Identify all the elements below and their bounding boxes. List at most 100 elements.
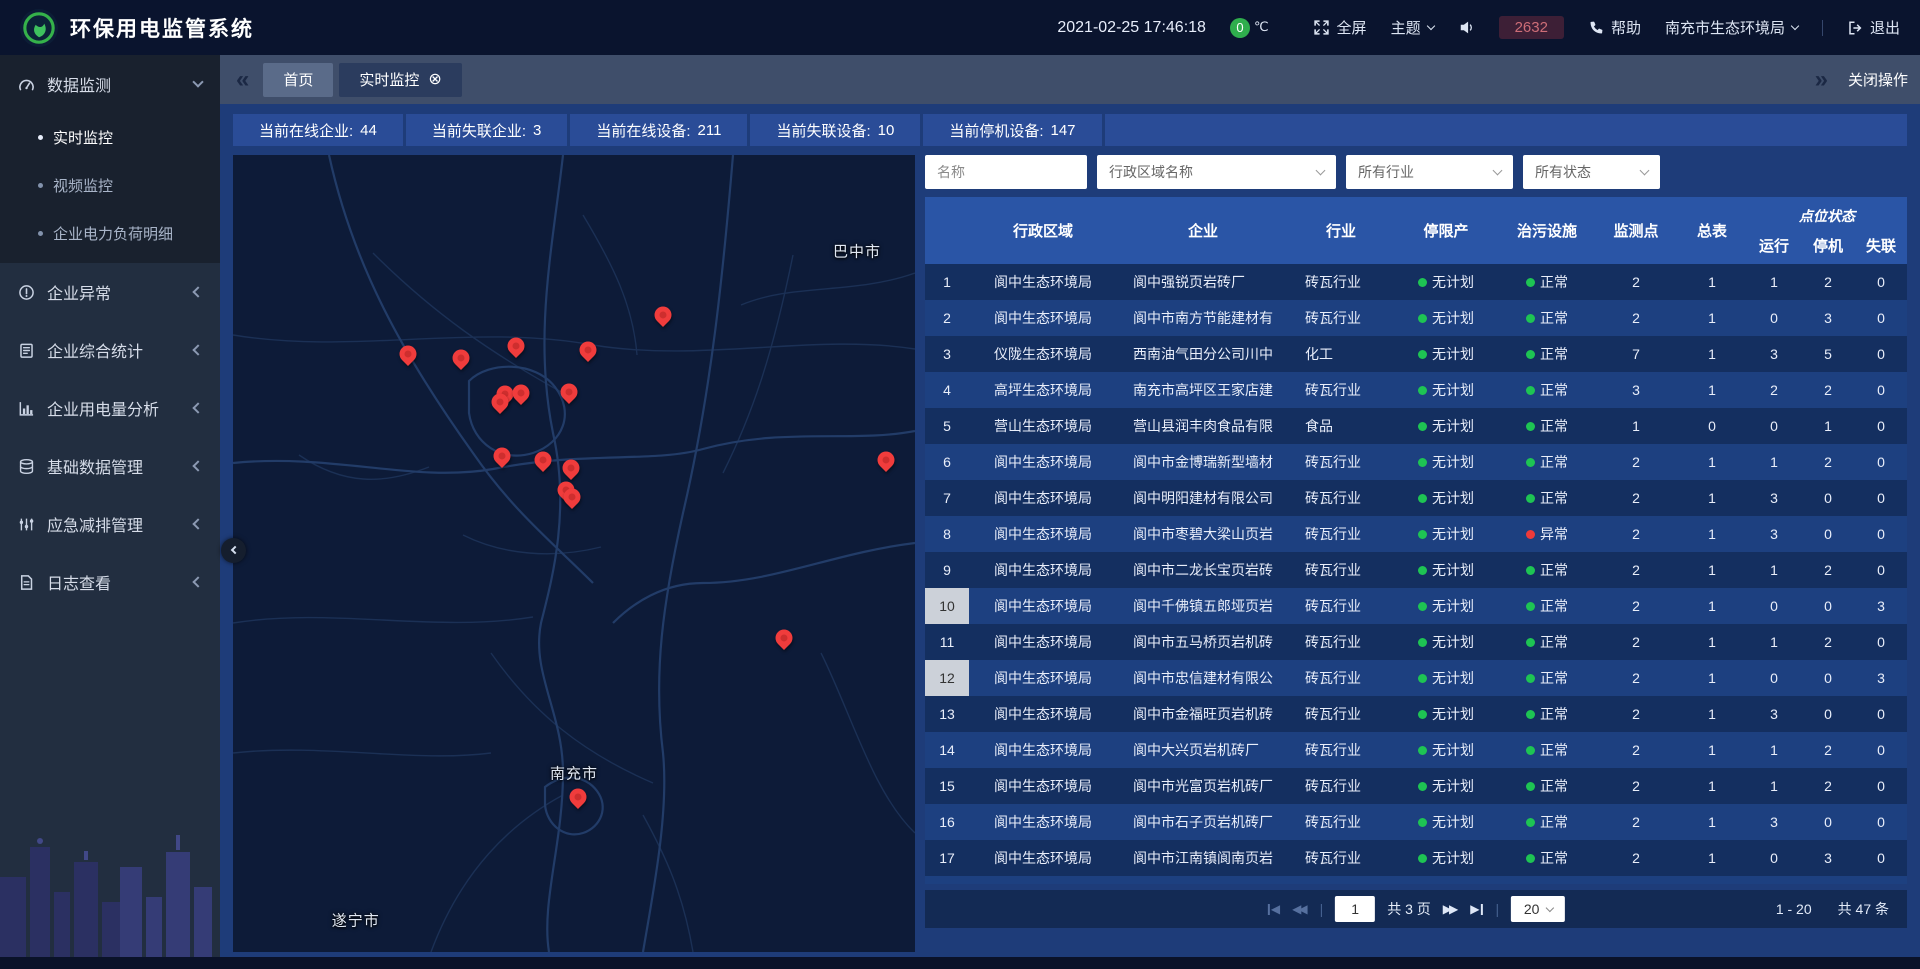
cell-points: 2 xyxy=(1595,264,1677,300)
cell-region: 阆中生态环境局 xyxy=(969,696,1117,732)
log-icon xyxy=(18,574,35,591)
cell-facility-status: 正常 xyxy=(1499,552,1595,588)
cell-lost: 0 xyxy=(1855,300,1907,336)
tab-realtime-monitor[interactable]: 实时监控⊗ xyxy=(339,63,461,97)
table-row[interactable]: 6阆中生态环境局阆中市金博瑞新型墙材砖瓦行业无计划正常21120 xyxy=(925,444,1907,480)
first-page-icon[interactable]: ◀ xyxy=(1267,902,1280,916)
table-row[interactable]: 14阆中生态环境局阆中大兴页岩机砖厂砖瓦行业无计划正常21120 xyxy=(925,732,1907,768)
map-pin-icon[interactable] xyxy=(557,380,581,404)
green-dot-icon xyxy=(1418,530,1427,539)
cell-stop: 2 xyxy=(1801,372,1855,408)
map-pin-icon[interactable] xyxy=(566,785,590,809)
map-pin-icon[interactable] xyxy=(509,381,533,405)
emergency-icon xyxy=(18,516,35,533)
cell-points: 2 xyxy=(1595,624,1677,660)
table-row[interactable]: 11阆中生态环境局阆中市五马桥页岩机砖砖瓦行业无计划正常21120 xyxy=(925,624,1907,660)
map-pin-icon[interactable] xyxy=(504,334,528,358)
tabs: 首页实时监控⊗ xyxy=(263,63,461,97)
fullscreen-label: 全屏 xyxy=(1337,17,1367,38)
chevron-down-icon xyxy=(1791,21,1799,29)
cell-company: 阆中明阳建材有限公司 xyxy=(1117,480,1289,516)
table-row[interactable]: 4高坪生态环境局南充市高坪区王家店建砖瓦行业无计划正常31220 xyxy=(925,372,1907,408)
table-row[interactable]: 3仪陇生态环境局西南油气田分公司川中化工无计划正常71350 xyxy=(925,336,1907,372)
map-pin-icon[interactable] xyxy=(559,456,583,480)
map-pin-icon[interactable] xyxy=(874,448,898,472)
sidebar-item-emergency-reduction[interactable]: 应急减排管理 xyxy=(0,495,220,553)
org-dropdown[interactable]: 南充市生态环境局 xyxy=(1665,17,1798,38)
industry-filter-select[interactable]: 所有行业 xyxy=(1346,155,1513,189)
cell-production-status: 无计划 xyxy=(1393,660,1499,696)
notice-speaker-button[interactable] xyxy=(1458,19,1475,36)
map-pin-icon[interactable] xyxy=(772,626,796,650)
col-meters: 总表 xyxy=(1677,197,1747,264)
cell-points: 2 xyxy=(1595,732,1677,768)
sidebar-item-enterprise-statistics[interactable]: 企业综合统计 xyxy=(0,321,220,379)
cell-points: 2 xyxy=(1595,516,1677,552)
help-button[interactable]: 帮助 xyxy=(1588,17,1641,38)
sidebar-item-realtime-monitor[interactable]: 实时监控 xyxy=(0,113,220,161)
map-pin-icon[interactable] xyxy=(651,302,675,326)
table-row[interactable]: 9阆中生态环境局阆中市二龙长宝页岩砖砖瓦行业无计划正常21120 xyxy=(925,552,1907,588)
map-pin-icon[interactable] xyxy=(576,338,600,362)
collapse-map-handle[interactable] xyxy=(221,538,246,563)
map-pin-icon[interactable] xyxy=(531,448,555,472)
col-facility: 治污设施 xyxy=(1499,197,1595,264)
last-page-icon[interactable]: ▶ xyxy=(1470,902,1483,916)
cell-run: 0 xyxy=(1747,840,1801,876)
sidebar-item-data-monitoring[interactable]: 数据监测 xyxy=(0,55,220,113)
next-page-icon[interactable]: ▶▶ xyxy=(1443,902,1458,916)
sidebar-item-power-usage-analysis[interactable]: 企业用电量分析 xyxy=(0,379,220,437)
table-row[interactable]: 5营山生态环境局营山县润丰肉食品有限食品无计划正常10010 xyxy=(925,408,1907,444)
table-row[interactable]: 8阆中生态环境局阆中市枣碧大梁山页岩砖瓦行业无计划异常21300 xyxy=(925,516,1907,552)
cell-lost: 0 xyxy=(1855,876,1907,884)
green-dot-icon xyxy=(1526,350,1535,359)
sidebar-item-power-load-detail[interactable]: 企业电力负荷明细 xyxy=(0,209,220,257)
tabs-scroll-left-icon[interactable]: « xyxy=(232,68,253,92)
sidebar-item-enterprise-abnormal[interactable]: 企业异常 xyxy=(0,263,220,321)
cell-facility-status: 正常 xyxy=(1499,480,1595,516)
table-row[interactable]: 12阆中生态环境局阆中市忠信建材有限公砖瓦行业无计划正常21003 xyxy=(925,660,1907,696)
table-row[interactable]: 16阆中生态环境局阆中市石子页岩机砖厂砖瓦行业无计划正常21300 xyxy=(925,804,1907,840)
cell-run: 2 xyxy=(1747,372,1801,408)
temperature-unit: ℃ xyxy=(1254,19,1269,35)
logout-button[interactable]: 退出 xyxy=(1847,17,1900,38)
sidebar-item-base-data-mgmt[interactable]: 基础数据管理 xyxy=(0,437,220,495)
cell-index: 4 xyxy=(925,372,969,408)
fullscreen-button[interactable]: 全屏 xyxy=(1313,17,1367,38)
sidebar-item-log-view[interactable]: 日志查看 xyxy=(0,553,220,611)
cell-run: 3 xyxy=(1747,480,1801,516)
notice-count-badge[interactable]: 2632 xyxy=(1499,16,1564,39)
tabs-scroll-right-icon[interactable]: » xyxy=(1811,68,1832,92)
green-dot-icon xyxy=(1418,278,1427,287)
cell-lost: 0 xyxy=(1855,408,1907,444)
col-region: 行政区域 xyxy=(969,197,1117,264)
tab-close-icon[interactable]: ⊗ xyxy=(428,72,441,88)
map-pin-icon[interactable] xyxy=(449,346,473,370)
cell-index: 2 xyxy=(925,300,969,336)
map-pin-icon[interactable] xyxy=(396,342,420,366)
table-row[interactable]: 17阆中生态环境局阆中市江南镇阆南页岩砖瓦行业无计划正常21030 xyxy=(925,840,1907,876)
cell-points: 2 xyxy=(1595,840,1677,876)
table-row[interactable]: 15阆中生态环境局阆中市光富页岩机砖厂砖瓦行业无计划正常21120 xyxy=(925,768,1907,804)
map-canvas[interactable]: 巴中市南充市遂宁市 xyxy=(233,155,915,952)
table-row[interactable]: 18南部生态环境局南部县双佛页岩砖有限砖瓦行业无计划正常21030 xyxy=(925,876,1907,884)
region-filter-select[interactable]: 行政区域名称 xyxy=(1097,155,1336,189)
cell-run: 3 xyxy=(1747,516,1801,552)
table-row[interactable]: 2阆中生态环境局阆中市南方节能建材有砖瓦行业无计划正常21030 xyxy=(925,300,1907,336)
map-pin-icon[interactable] xyxy=(490,444,514,468)
tab-home[interactable]: 首页 xyxy=(263,63,333,97)
name-filter-input[interactable] xyxy=(925,155,1087,189)
theme-dropdown[interactable]: 主题 xyxy=(1391,17,1434,38)
sidebar-item-video-monitor[interactable]: 视频监控 xyxy=(0,161,220,209)
page-size-select[interactable]: 20 xyxy=(1511,896,1565,922)
table-row[interactable]: 7阆中生态环境局阆中明阳建材有限公司砖瓦行业无计划正常21300 xyxy=(925,480,1907,516)
status-filter-select[interactable]: 所有状态 xyxy=(1523,155,1660,189)
page-input[interactable]: 1 xyxy=(1335,896,1375,922)
cell-industry: 砖瓦行业 xyxy=(1289,876,1393,884)
table-row[interactable]: 13阆中生态环境局阆中市金福旺页岩机砖砖瓦行业无计划正常21300 xyxy=(925,696,1907,732)
close-operations-dropdown[interactable]: 关闭操作 xyxy=(1848,69,1908,90)
table-row[interactable]: 10阆中生态环境局阆中千佛镇五郎垭页岩砖瓦行业无计划正常21003 xyxy=(925,588,1907,624)
cell-stop: 2 xyxy=(1801,624,1855,660)
table-row[interactable]: 1阆中生态环境局阆中强锐页岩砖厂砖瓦行业无计划正常21120 xyxy=(925,264,1907,300)
prev-page-icon[interactable]: ◀◀ xyxy=(1292,902,1307,916)
